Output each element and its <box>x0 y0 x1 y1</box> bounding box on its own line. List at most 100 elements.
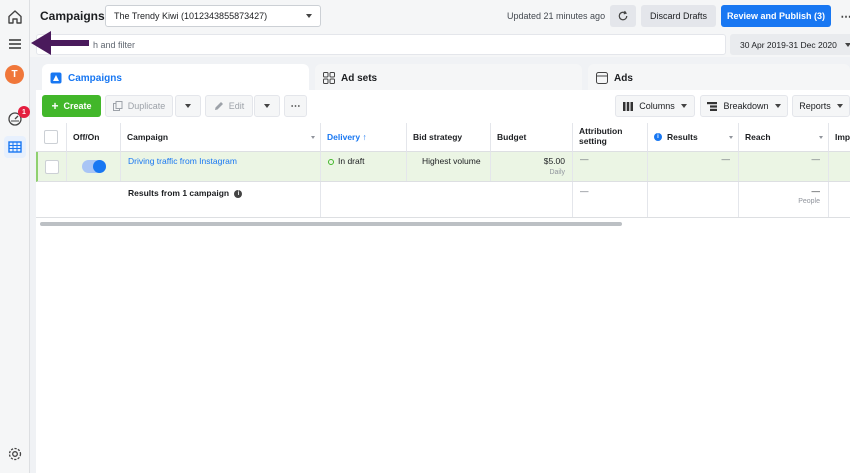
chevron-down-icon <box>774 104 781 108</box>
reports-label: Reports <box>799 101 831 111</box>
refresh-icon <box>618 10 628 21</box>
column-header-results[interactable]: i Results <box>648 123 739 152</box>
plus-icon: + <box>51 99 59 113</box>
home-icon[interactable] <box>4 6 26 28</box>
search-placeholder: h and filter <box>93 39 136 50</box>
tab-campaigns[interactable]: Campaigns <box>42 64 309 92</box>
pencil-icon <box>214 102 223 110</box>
summary-reach-value: — <box>811 186 821 196</box>
breakdown-icon <box>707 101 718 111</box>
ads-window-icon <box>596 72 608 84</box>
sort-icon <box>819 136 823 139</box>
column-header-attribution[interactable]: Attribution setting <box>573 123 648 152</box>
results-cell: — <box>648 152 739 181</box>
menu-icon[interactable] <box>4 33 26 55</box>
row-checkbox[interactable] <box>45 160 59 174</box>
search-input[interactable]: h and filter <box>36 34 726 55</box>
more-options-button[interactable]: ⋯ <box>836 5 850 27</box>
campaigns-table: Off/On Campaign Delivery ↑ Bid strategy … <box>36 123 850 218</box>
horizontal-scrollbar[interactable] <box>40 222 622 226</box>
column-header-campaign[interactable]: Campaign <box>121 123 321 152</box>
summary-reach-unit: People <box>798 198 820 205</box>
breakdown-button[interactable]: Breakdown <box>700 95 788 117</box>
campaign-name-cell: Driving traffic from Instagram <box>121 152 321 181</box>
page-title: Campaigns <box>40 9 105 23</box>
sort-icon <box>311 136 315 139</box>
search-filter-bar: h and filter 30 Apr 2019-31 Dec 2020 <box>30 32 850 57</box>
campaigns-table-icon[interactable] <box>4 136 26 158</box>
campaign-flag-icon <box>50 72 62 84</box>
more-actions-button[interactable]: ⋯ <box>284 95 307 117</box>
edit-label: Edit <box>228 101 245 111</box>
duplicate-label: Duplicate <box>127 101 166 111</box>
tab-label: Ads <box>614 72 633 84</box>
columns-button[interactable]: Columns <box>615 95 695 117</box>
draft-status-dot-icon <box>328 158 334 165</box>
summary-label-cell: Results from 1 campaign i <box>121 182 321 217</box>
attribution-cell: — <box>573 152 648 181</box>
create-button[interactable]: + Create <box>42 95 101 117</box>
edit-dropdown-button[interactable] <box>254 95 280 117</box>
tab-ad-sets[interactable]: Ad sets <box>315 64 582 92</box>
column-header-bid-strategy[interactable]: Bid strategy <box>407 123 491 152</box>
edit-button[interactable]: Edit <box>205 95 253 117</box>
budget-cell: $5.00 Daily <box>491 152 573 181</box>
column-header-delivery[interactable]: Delivery ↑ <box>321 123 407 152</box>
summary-results-cell <box>648 182 739 217</box>
summary-spacer <box>36 182 121 217</box>
tab-label: Ad sets <box>341 72 378 84</box>
summary-reach-cell: — People <box>739 182 829 217</box>
chevron-down-icon <box>836 104 843 108</box>
duplicate-dropdown-button[interactable] <box>175 95 201 117</box>
delivery-cell: In draft <box>321 152 407 181</box>
chevron-down-icon <box>680 104 687 108</box>
create-label: Create <box>63 101 92 111</box>
column-header-label: Attribution setting <box>579 126 623 146</box>
campaign-on-off-toggle[interactable] <box>82 160 106 173</box>
summary-attribution-cell: — <box>573 182 648 217</box>
select-all-header <box>36 123 67 152</box>
date-range-picker[interactable]: 30 Apr 2019-31 Dec 2020 <box>730 34 850 55</box>
reports-button[interactable]: Reports <box>792 95 850 117</box>
column-header-label: Campaign <box>127 132 169 142</box>
ads-manager-window: T 1 Campaigns The Trendy Kiwi (101234385… <box>0 0 850 473</box>
discard-drafts-button[interactable]: Discard Drafts <box>641 5 716 27</box>
ad-account-name: The Trendy Kiwi (1012343855873427) <box>114 11 268 21</box>
annotation-arrow-icon <box>31 31 89 55</box>
columns-icon <box>623 101 634 111</box>
campaign-name-link[interactable]: Driving traffic from Instagram <box>128 156 237 166</box>
avatar[interactable]: T <box>5 65 24 84</box>
summary-row: Results from 1 campaign i — — People <box>36 182 850 218</box>
column-header-reach[interactable]: Reach <box>739 123 829 152</box>
select-all-checkbox[interactable] <box>44 130 58 144</box>
top-header: Campaigns The Trendy Kiwi (1012343855873… <box>30 0 850 32</box>
notification-badge: 1 <box>18 106 30 118</box>
review-and-publish-button[interactable]: Review and Publish (3) <box>721 5 831 27</box>
sort-icon <box>729 136 733 139</box>
tab-ads[interactable]: Ads <box>588 64 850 92</box>
table-row[interactable]: Driving traffic from Instagram In draft … <box>36 152 850 182</box>
budget-amount: $5.00 <box>543 156 565 166</box>
settings-gear-icon[interactable] <box>4 443 26 465</box>
breakdown-label: Breakdown <box>723 101 769 111</box>
chevron-down-icon <box>264 104 270 108</box>
bid-strategy-cell: Highest volume <box>407 152 491 181</box>
ad-account-selector[interactable]: The Trendy Kiwi (1012343855873427) <box>105 5 321 27</box>
column-header-offon[interactable]: Off/On <box>67 123 121 152</box>
last-updated-text: Updated 21 minutes ago <box>507 11 606 21</box>
delivery-status: In draft <box>338 156 365 166</box>
info-icon[interactable]: i <box>654 133 662 141</box>
summary-empty-cell <box>321 182 573 217</box>
column-header-budget[interactable]: Budget <box>491 123 573 152</box>
tab-label: Campaigns <box>68 72 122 84</box>
refresh-button[interactable] <box>610 5 636 27</box>
chevron-down-icon <box>306 14 312 18</box>
row-toggle-cell <box>67 152 121 181</box>
chevron-down-icon <box>844 42 850 47</box>
duplicate-button[interactable]: Duplicate <box>105 95 173 117</box>
info-icon[interactable]: i <box>234 189 243 198</box>
row-select-cell <box>38 152 67 181</box>
column-header-label: Results <box>667 132 698 142</box>
column-header-impressions[interactable]: Imp <box>829 123 850 152</box>
left-rail: T 1 <box>0 0 30 473</box>
